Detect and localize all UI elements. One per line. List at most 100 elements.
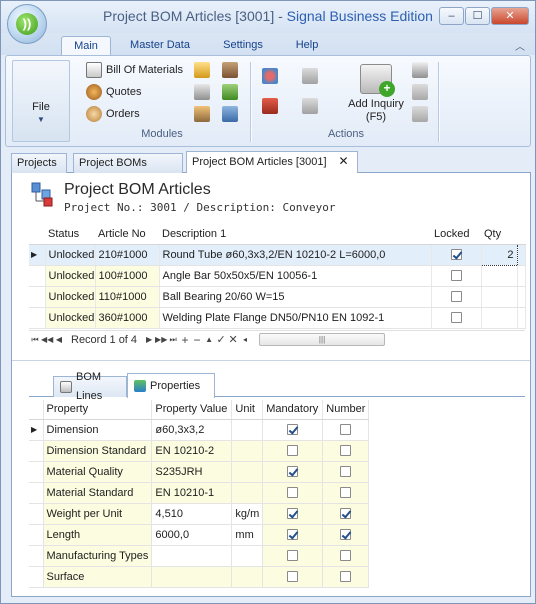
ribbon-tab-help[interactable]: Help: [285, 36, 329, 55]
column-header-article-no[interactable]: Article No: [95, 225, 159, 245]
minimize-button[interactable]: ‒: [439, 7, 464, 25]
quotes-button[interactable]: Quotes: [86, 83, 141, 101]
mandatory-cell[interactable]: [262, 461, 324, 483]
inquiry-add-small-icon[interactable]: [412, 62, 428, 78]
qty-cell[interactable]: [481, 265, 518, 287]
doc-tab-project-bom-articles[interactable]: Project BOM Articles [3001] ✕: [186, 151, 358, 174]
status-cell[interactable]: Unlocked: [45, 286, 96, 308]
app-menu-orb[interactable]: )): [7, 4, 47, 44]
mandatory-checkbox[interactable]: [287, 445, 299, 457]
table-icon[interactable]: [194, 84, 210, 100]
tab-bom-lines[interactable]: BOM Lines: [53, 371, 127, 402]
property-cell[interactable]: Length: [43, 524, 153, 546]
boxes-icon[interactable]: [262, 98, 278, 114]
property-value-cell[interactable]: EN 10210-1: [151, 482, 233, 504]
locked-checkbox[interactable]: [450, 270, 462, 282]
locked-cell[interactable]: [431, 286, 482, 308]
description-cell[interactable]: Round Tube ø60,3x3,2/EN 10210-2 L=6000,0: [159, 244, 432, 266]
previous-page-icon[interactable]: ◀◀: [41, 335, 53, 344]
unit-cell[interactable]: [231, 419, 264, 441]
door-icon[interactable]: [222, 62, 238, 78]
doc-tab-projects[interactable]: Projects: [11, 153, 67, 173]
column-header-qty[interactable]: Qty: [481, 225, 517, 245]
unit-cell[interactable]: kg/m: [231, 503, 264, 525]
maximize-button[interactable]: ☐: [465, 7, 490, 25]
filter-icon[interactable]: ◂: [239, 335, 251, 344]
locked-checkbox[interactable]: [450, 249, 462, 261]
property-cell[interactable]: Manufacturing Types: [43, 545, 153, 567]
delete-record-icon[interactable]: −: [191, 333, 203, 347]
ribbon-tab-master-data[interactable]: Master Data: [121, 36, 199, 55]
folder-icon[interactable]: [194, 62, 210, 78]
unit-cell[interactable]: [231, 461, 264, 483]
status-cell[interactable]: Unlocked: [45, 244, 96, 266]
mandatory-checkbox[interactable]: [287, 487, 299, 499]
mandatory-cell[interactable]: [262, 419, 324, 441]
table-row[interactable]: Unlocked 110#1000 Ball Bearing 20/60 W=1…: [29, 286, 526, 308]
column-header-description[interactable]: Description 1: [159, 225, 431, 245]
property-value-cell[interactable]: [151, 545, 233, 567]
mandatory-cell[interactable]: [262, 482, 324, 504]
table-row[interactable]: Material Quality S235JRH: [29, 461, 370, 483]
last-record-icon[interactable]: ⏭: [167, 335, 179, 345]
number-checkbox[interactable]: [340, 487, 352, 499]
close-button[interactable]: ✕: [491, 7, 529, 25]
table-row[interactable]: Unlocked 360#1000 Welding Plate Flange D…: [29, 307, 526, 329]
property-value-cell[interactable]: EN 10210-2: [151, 440, 233, 462]
table-row[interactable]: Surface: [29, 566, 370, 588]
table-row[interactable]: ▶ Unlocked 210#1000 Round Tube ø60,3x3,2…: [29, 243, 526, 266]
property-value-cell[interactable]: 4,510: [151, 503, 233, 525]
property-value-cell[interactable]: ø60,3x3,2: [151, 419, 233, 441]
column-header-status[interactable]: Status: [45, 225, 95, 245]
orders-button[interactable]: Orders: [86, 105, 140, 123]
mandatory-checkbox[interactable]: [287, 508, 299, 520]
description-cell[interactable]: Ball Bearing 20/60 W=15: [159, 286, 432, 308]
number-cell[interactable]: [322, 566, 370, 588]
number-checkbox[interactable]: [340, 424, 352, 436]
mandatory-cell[interactable]: [262, 566, 324, 588]
mandatory-checkbox[interactable]: [287, 571, 299, 583]
users-icon[interactable]: [222, 106, 238, 122]
cancel-edit-icon[interactable]: ✕: [227, 333, 239, 346]
number-cell[interactable]: [322, 482, 370, 504]
column-header-property-value[interactable]: Property Value: [151, 400, 233, 420]
add-record-icon[interactable]: +: [179, 333, 191, 347]
number-cell[interactable]: [322, 503, 370, 525]
status-cell[interactable]: Unlocked: [45, 307, 96, 329]
qty-cell[interactable]: [481, 307, 518, 329]
mandatory-checkbox[interactable]: [287, 424, 299, 436]
locked-cell[interactable]: [431, 307, 482, 329]
table-row[interactable]: Weight per Unit 4,510 kg/m: [29, 503, 370, 525]
column-header-property[interactable]: Property: [43, 400, 153, 420]
table-row[interactable]: Material Standard EN 10210-1: [29, 482, 370, 504]
locked-cell[interactable]: [431, 265, 482, 287]
ribbon-collapse-icon[interactable]: ︿: [515, 38, 525, 53]
column-header-number[interactable]: Number: [322, 400, 370, 420]
ribbon-tab-main[interactable]: Main: [61, 36, 111, 55]
next-page-icon[interactable]: ▶▶: [155, 335, 167, 344]
property-cell[interactable]: Surface: [43, 566, 153, 588]
property-cell[interactable]: Material Quality: [43, 461, 153, 483]
unit-cell[interactable]: mm: [231, 524, 264, 546]
property-cell[interactable]: Weight per Unit: [43, 503, 153, 525]
mandatory-cell[interactable]: [262, 503, 324, 525]
unit-cell[interactable]: [231, 545, 264, 567]
property-cell[interactable]: Dimension: [43, 419, 153, 441]
number-checkbox[interactable]: [340, 529, 352, 541]
number-cell[interactable]: [322, 461, 370, 483]
unit-cell[interactable]: [231, 440, 264, 462]
property-cell[interactable]: Dimension Standard: [43, 440, 153, 462]
horizontal-scrollbar[interactable]: |||: [259, 333, 386, 346]
property-value-cell[interactable]: 6000,0: [151, 524, 233, 546]
mandatory-checkbox[interactable]: [287, 466, 299, 478]
number-cell[interactable]: [322, 545, 370, 567]
table-row[interactable]: Unlocked 100#1000 Angle Bar 50x50x5/EN 1…: [29, 265, 526, 287]
save-record-icon[interactable]: ✓: [215, 333, 227, 346]
article-no-cell[interactable]: 100#1000: [95, 265, 160, 287]
unit-cell[interactable]: [231, 482, 264, 504]
qty-cell[interactable]: [481, 286, 518, 308]
article-no-cell[interactable]: 110#1000: [95, 286, 160, 308]
table-row[interactable]: Manufacturing Types: [29, 545, 370, 567]
status-cell[interactable]: Unlocked: [45, 265, 96, 287]
tree-icon[interactable]: [222, 84, 238, 100]
